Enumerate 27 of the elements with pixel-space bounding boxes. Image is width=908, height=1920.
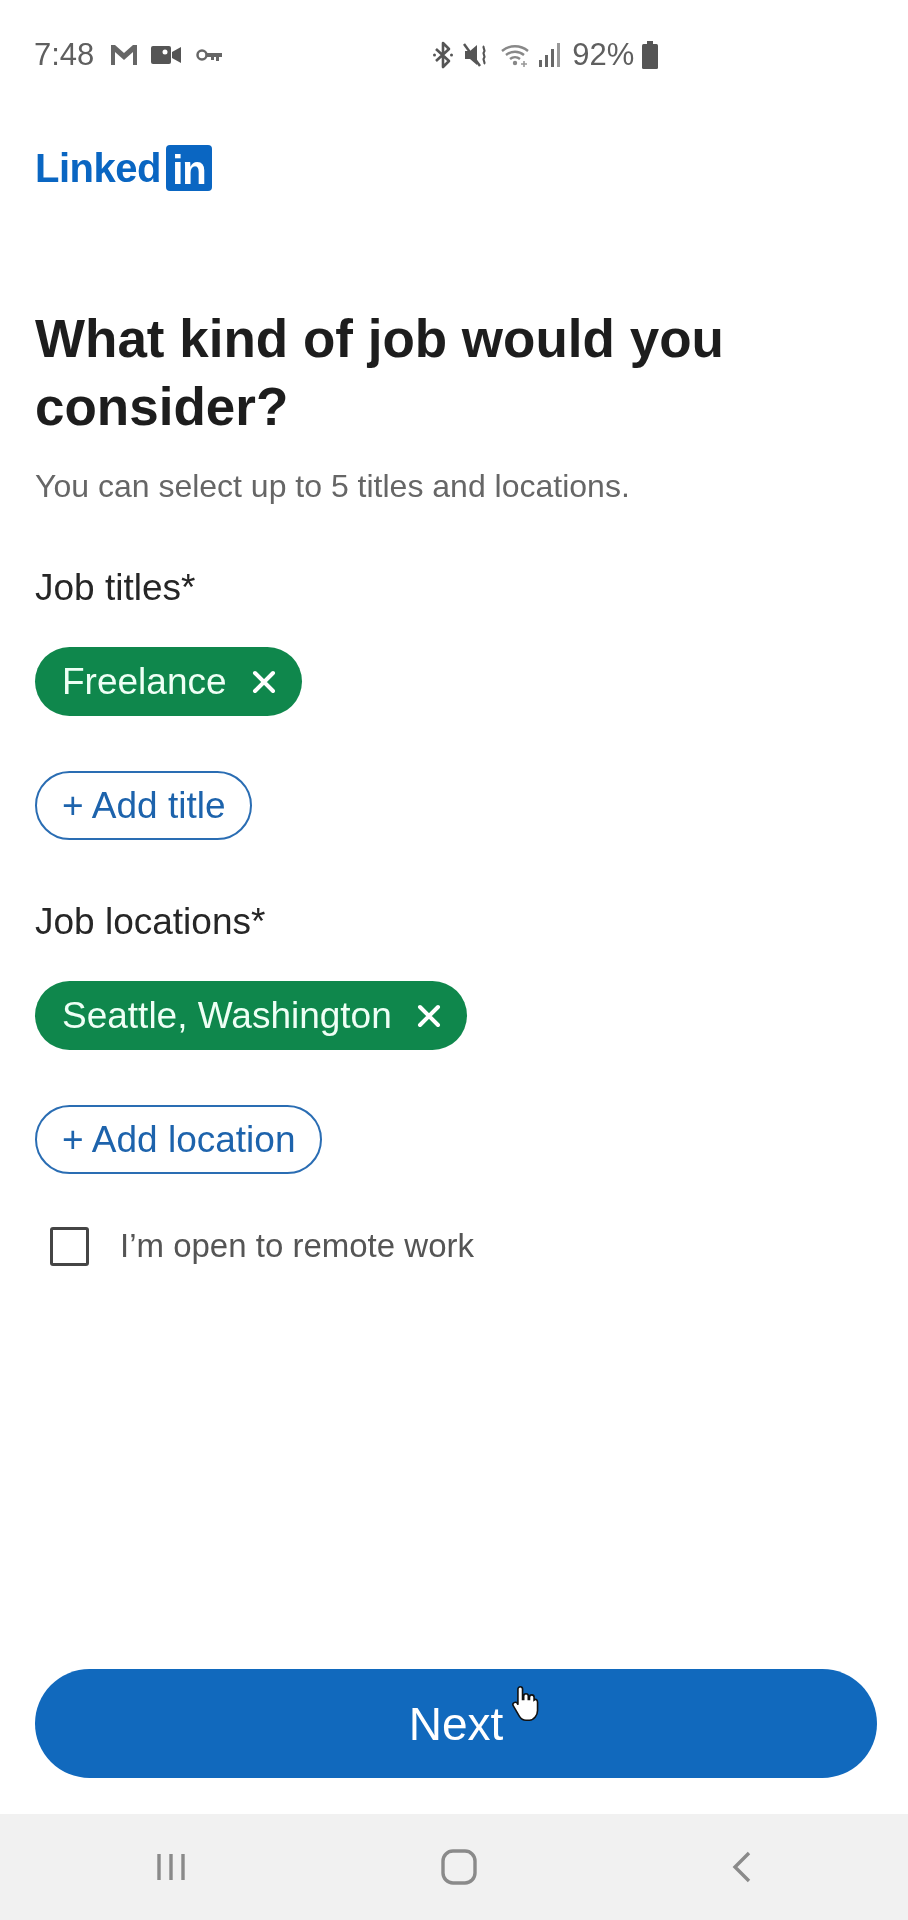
bluetooth-icon: [433, 41, 454, 69]
tag-chip[interactable]: Seattle, Washington: [35, 981, 467, 1050]
logo-text: Linked: [35, 145, 161, 191]
checkbox-label[interactable]: I’m open to remote work: [120, 1226, 474, 1266]
page-heading: What kind of job would you consider?: [35, 308, 725, 438]
close-icon[interactable]: [416, 1003, 441, 1028]
battery-percentage: 92%: [572, 37, 635, 73]
home-icon[interactable]: [441, 1849, 477, 1885]
key-icon: [196, 48, 223, 62]
close-icon[interactable]: [251, 669, 276, 694]
section-label: Job titles*: [35, 568, 196, 608]
recent-apps-icon[interactable]: [156, 1852, 186, 1882]
battery-icon: [642, 41, 659, 69]
status-time: 7:48: [34, 37, 95, 73]
subtitle-text: You can select up to 5 titles and locations.: [35, 467, 630, 506]
back-icon[interactable]: [732, 1851, 752, 1883]
video-camera-icon: [151, 44, 182, 66]
next-button[interactable]: Next: [35, 1669, 877, 1778]
section-label: Job locations*: [35, 902, 266, 942]
signal-icon: [538, 43, 561, 67]
checkbox[interactable]: [50, 1226, 89, 1266]
logo-badge: in: [165, 145, 212, 191]
add-button[interactable]: + Add title: [35, 771, 252, 840]
add-button[interactable]: + Add location: [35, 1105, 322, 1174]
hand-cursor-icon: [511, 1685, 541, 1722]
tag-chip[interactable]: Freelance: [35, 647, 302, 716]
mail-icon: [110, 44, 139, 66]
